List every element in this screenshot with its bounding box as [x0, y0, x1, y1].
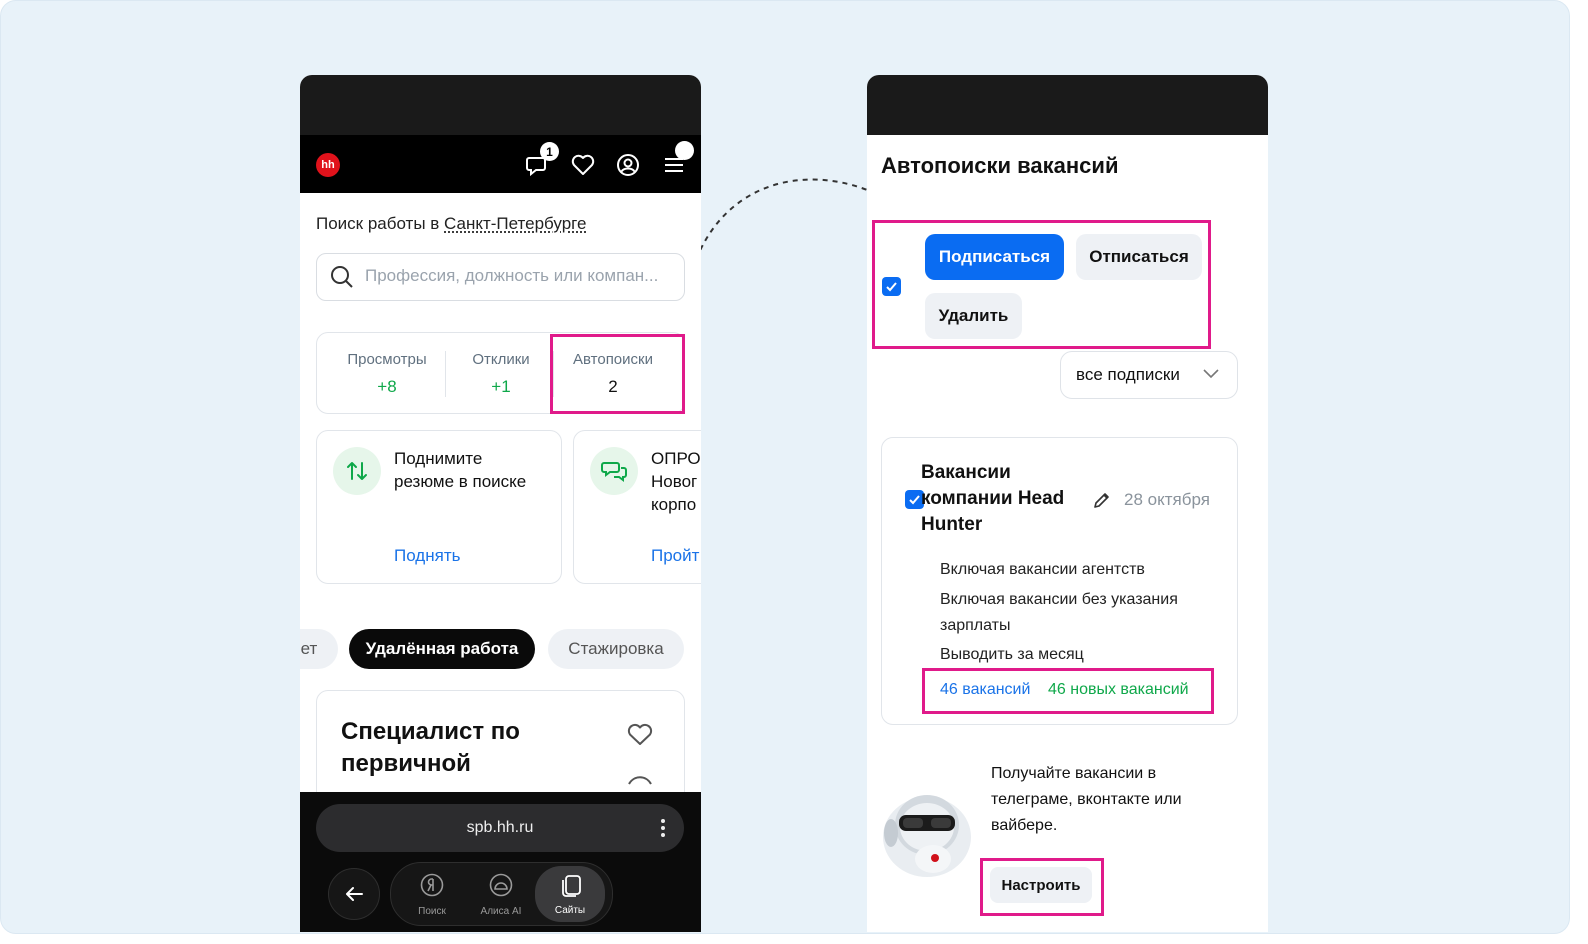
robot-mascot-illustration — [883, 795, 971, 877]
subscription-filter-select[interactable]: все подписки — [1060, 351, 1238, 399]
search-icon — [331, 266, 353, 288]
select-value: все подписки — [1076, 365, 1180, 384]
arrows-up-down-icon — [333, 447, 381, 495]
divider — [445, 351, 446, 397]
url-text: spb.hh.ru — [466, 819, 534, 836]
tab-search[interactable]: Поиск — [397, 863, 467, 925]
highlight-vacancy-links — [922, 668, 1214, 714]
more-vertical-icon[interactable] — [660, 818, 666, 838]
subscription-detail: Включая вакансии без указания зарплаты — [940, 591, 1178, 634]
tab-sites[interactable]: Сайты — [535, 866, 605, 922]
connector-curve — [681, 178, 889, 328]
chip-remote-work[interactable]: Удалённая работа — [349, 629, 535, 669]
sites-icon — [562, 875, 581, 897]
stat-value: +1 — [491, 377, 511, 396]
url-bar[interactable]: spb.hh.ru — [316, 804, 684, 852]
phone-home-screen: hh 1 Поиск работы в Санкт-Петербурге Про… — [300, 75, 701, 932]
page-title: Автопоиски вакансий — [881, 153, 1119, 178]
search-input[interactable] — [365, 266, 677, 286]
promo-text: Получайте вакансии в телеграме, вконтакт… — [991, 765, 1182, 834]
stat-responses[interactable]: Отклики +1 — [449, 333, 553, 413]
status-bar — [867, 75, 1268, 135]
chip-partial[interactable]: ет — [300, 629, 338, 669]
chip-internship[interactable]: Стажировка — [548, 629, 684, 669]
tab-label: Алиса AI — [480, 906, 522, 917]
back-button[interactable] — [328, 868, 380, 920]
location-line: Поиск работы в Санкт-Петербурге — [316, 214, 586, 234]
hh-logo[interactable]: hh — [316, 153, 340, 177]
card-text: Поднимите резюме в поиске — [394, 449, 527, 491]
tab-label: Сайты — [554, 905, 586, 916]
canvas-background — [0, 0, 1570, 934]
vacancy-title[interactable]: Специалист по первичной — [341, 716, 520, 780]
chevron-down-icon — [1203, 369, 1219, 379]
location-city-link[interactable]: Санкт-Петербурге — [444, 214, 586, 233]
tab-alice[interactable]: Алиса AI — [466, 863, 536, 925]
heart-icon[interactable] — [570, 152, 596, 178]
survey-card[interactable]: ОПРО Новог корпо Пройт — [573, 430, 701, 584]
stat-label: Отклики — [472, 351, 530, 368]
stat-value: +8 — [377, 377, 397, 396]
browser-tabs: Поиск Алиса AI Сайты — [390, 862, 613, 926]
status-bar — [300, 75, 701, 135]
highlight-bulk-actions — [872, 220, 1211, 349]
profile-icon[interactable] — [615, 152, 641, 178]
highlight-autosearches — [550, 334, 685, 414]
arrow-left-icon — [346, 887, 363, 901]
subscription-date: 28 октября — [1124, 490, 1210, 509]
subscription-title[interactable]: Вакансии компании Head Hunter — [921, 460, 1081, 538]
menu-indicator-dot — [675, 141, 694, 160]
location-prefix: Поиск работы в — [316, 214, 445, 233]
tab-label: Поиск — [418, 906, 446, 917]
search-field[interactable] — [316, 253, 685, 301]
highlight-setup-button — [980, 858, 1104, 916]
stat-label: Просмотры — [347, 351, 427, 368]
yandex-icon — [420, 873, 444, 897]
alice-icon — [489, 873, 513, 897]
raise-resume-card[interactable]: Поднимите резюме в поиске Поднять — [316, 430, 562, 584]
subscription-detail: Включая вакансии агентств — [940, 561, 1145, 578]
favorite-heart-icon[interactable] — [626, 723, 654, 747]
survey-link[interactable]: Пройт — [651, 546, 699, 566]
notification-badge: 1 — [540, 142, 559, 161]
chat-bubbles-icon — [590, 447, 638, 495]
card-text: ОПРО Новог корпо — [651, 449, 701, 514]
raise-link[interactable]: Поднять — [394, 546, 460, 566]
check-icon — [909, 495, 920, 505]
phone-autosearch-screen: Автопоиски вакансий Подписаться Отписать… — [867, 75, 1268, 932]
subscription-detail: Выводить за месяц — [940, 646, 1084, 663]
edit-pencil-icon[interactable] — [1092, 490, 1112, 510]
stat-views[interactable]: Просмотры +8 — [327, 333, 447, 413]
